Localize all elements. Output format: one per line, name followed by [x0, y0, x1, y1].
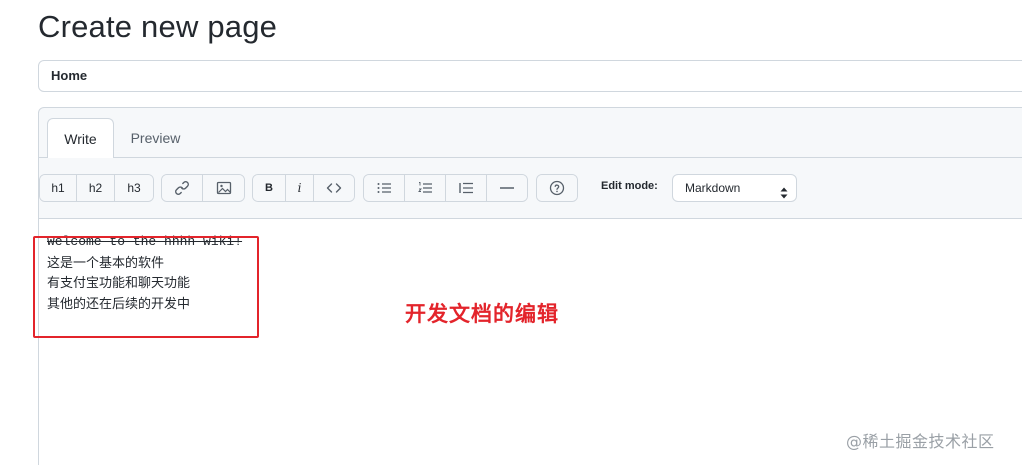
edit-mode-label: Edit mode: — [601, 180, 658, 192]
edit-mode-value: Markdown — [685, 181, 741, 195]
format-button-group: B i — [252, 174, 355, 202]
h2-button[interactable]: h2 — [77, 175, 115, 201]
horizontal-rule-icon — [499, 180, 515, 196]
media-button-group — [161, 174, 245, 202]
quote-button[interactable] — [446, 175, 487, 201]
ordered-list-button[interactable] — [405, 175, 446, 201]
select-arrows-icon — [780, 182, 788, 208]
list-button-group — [363, 174, 528, 202]
tab-write[interactable]: Write — [47, 118, 114, 158]
page-title-input[interactable]: Home — [38, 60, 1022, 92]
code-button[interactable] — [314, 175, 354, 201]
h3-button[interactable]: h3 — [115, 175, 153, 201]
image-button[interactable] — [203, 175, 244, 201]
code-icon — [326, 180, 342, 196]
unordered-list-icon — [376, 180, 392, 196]
quote-icon — [458, 180, 474, 196]
h1-button[interactable]: h1 — [40, 175, 77, 201]
edit-mode-select[interactable]: Markdown — [672, 174, 797, 202]
image-icon — [216, 180, 232, 196]
page-title: Create new page — [38, 9, 278, 44]
watermark: @稀土掘金技术社区 — [846, 432, 995, 451]
ordered-list-icon — [417, 180, 433, 196]
bold-button[interactable]: B — [253, 175, 286, 201]
help-icon — [549, 180, 565, 196]
help-button-group — [536, 174, 578, 202]
unordered-list-button[interactable] — [364, 175, 405, 201]
link-icon — [174, 180, 190, 196]
tab-preview[interactable]: Preview — [119, 118, 192, 158]
link-button[interactable] — [162, 175, 203, 201]
annotation-label: 开发文档的编辑 — [405, 302, 559, 326]
markdown-toolbar: h1 h2 h3 B i Edit mode: Markdown — [39, 174, 1022, 202]
italic-button[interactable]: i — [286, 175, 314, 201]
help-button[interactable] — [537, 175, 577, 201]
heading-button-group: h1 h2 h3 — [39, 174, 154, 202]
horizontal-rule-button[interactable] — [487, 175, 527, 201]
annotation-highlight-box — [33, 236, 259, 338]
